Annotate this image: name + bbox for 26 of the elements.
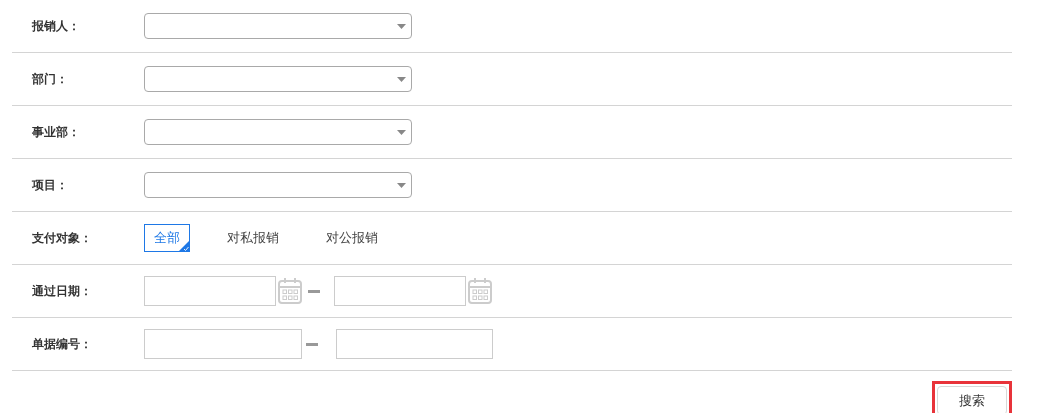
end-number-field[interactable] bbox=[336, 329, 493, 359]
field-label: 单据编号： bbox=[31, 335, 93, 353]
start-number-field[interactable] bbox=[144, 329, 302, 359]
end-date-field[interactable] bbox=[334, 276, 466, 306]
start-date-field[interactable] bbox=[144, 276, 276, 306]
check-corner-icon bbox=[178, 240, 190, 252]
field-label: 通过日期： bbox=[31, 282, 93, 300]
filter-option[interactable]: 全部 bbox=[144, 224, 190, 252]
dropdown-select[interactable] bbox=[144, 13, 412, 39]
search-button[interactable]: 搜索 bbox=[937, 386, 1007, 413]
caret-icon bbox=[397, 76, 406, 82]
field-label: 报销人： bbox=[31, 17, 81, 35]
calendar-icon[interactable] bbox=[278, 278, 302, 304]
dropdown-select[interactable] bbox=[144, 119, 412, 145]
calendar-icon[interactable] bbox=[468, 278, 492, 304]
caret-icon bbox=[397, 129, 406, 135]
caret-icon bbox=[397, 182, 406, 188]
field-label: 支付对象： bbox=[31, 229, 93, 247]
field-label: 部门： bbox=[31, 70, 69, 88]
range-dash bbox=[306, 342, 318, 346]
caret-icon bbox=[397, 23, 406, 29]
field-label: 项目： bbox=[31, 176, 69, 194]
dropdown-select[interactable] bbox=[144, 66, 412, 92]
range-dash bbox=[308, 289, 320, 293]
dropdown-select[interactable] bbox=[144, 172, 412, 198]
field-label: 事业部： bbox=[31, 123, 81, 141]
